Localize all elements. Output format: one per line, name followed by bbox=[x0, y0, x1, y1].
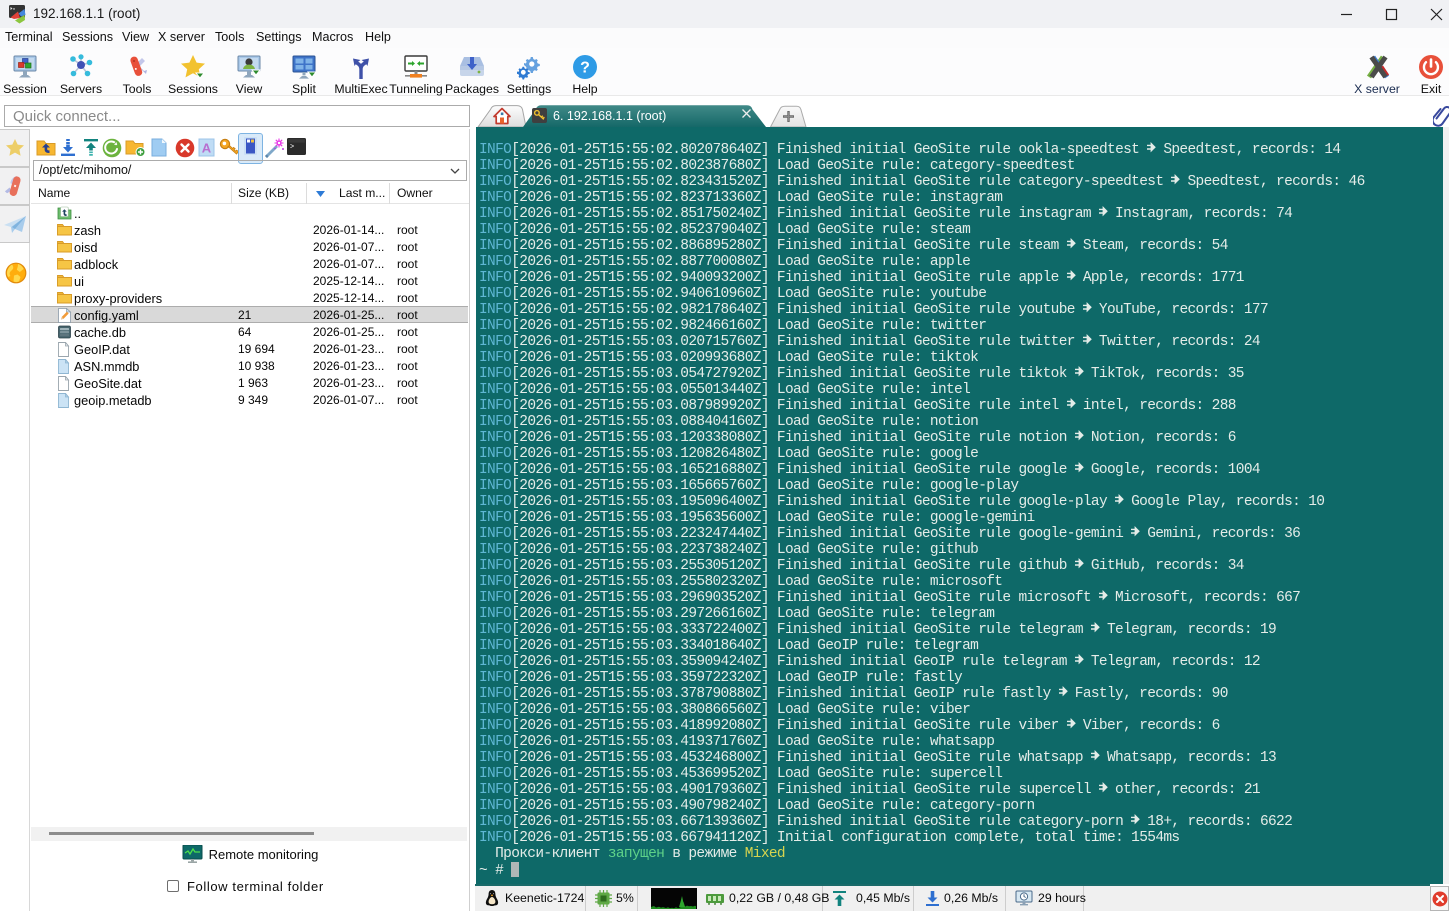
svg-text:A: A bbox=[202, 141, 212, 156]
svg-text:>: > bbox=[290, 144, 294, 152]
svg-text:?: ? bbox=[580, 60, 590, 77]
